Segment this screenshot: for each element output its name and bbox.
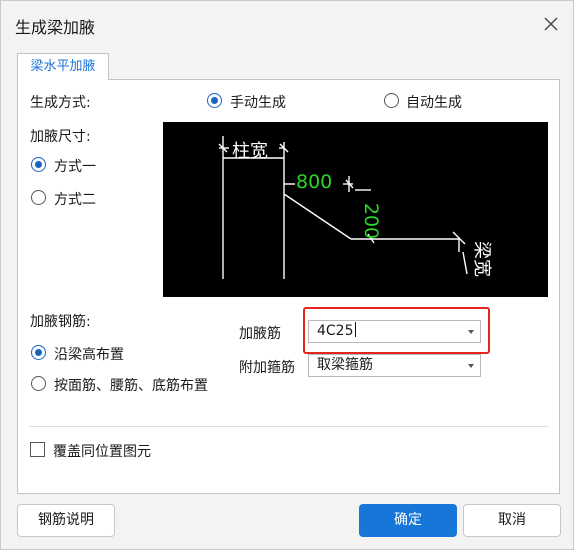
by-face-waist-bottom-label[interactable]: 按面筋、腰筋、底筋布置 <box>54 375 208 395</box>
size-mode-1-label[interactable]: 方式一 <box>54 156 96 176</box>
stirrup-value: 取梁箍筋 <box>317 357 373 373</box>
size-mode-2-radio[interactable] <box>31 190 46 205</box>
auto-generate-radio[interactable] <box>384 93 399 108</box>
beam-width-dimension: 梁宽 <box>471 241 492 277</box>
overwrite-checkbox[interactable] <box>30 442 45 457</box>
along-beam-height-label[interactable]: 沿梁高布置 <box>54 344 124 364</box>
chevron-down-icon[interactable] <box>468 364 474 368</box>
size-mode-2-label[interactable]: 方式二 <box>54 189 96 209</box>
size-mode-1-radio[interactable] <box>31 157 46 172</box>
along-beam-height-radio[interactable] <box>31 345 46 360</box>
haunch-width-dimension: 200 <box>360 202 383 240</box>
ok-button[interactable]: 确定 <box>359 504 457 537</box>
rebar-help-button[interactable]: 钢筋说明 <box>17 504 115 537</box>
manual-generate-label[interactable]: 手动生成 <box>230 92 286 112</box>
divider <box>29 426 548 427</box>
highlight-box <box>303 307 490 354</box>
manual-generate-radio[interactable] <box>207 93 222 108</box>
by-face-waist-bottom-radio[interactable] <box>31 376 46 391</box>
dialog-title: 生成梁加腋 <box>15 18 96 37</box>
overwrite-label[interactable]: 覆盖同位置图元 <box>53 441 151 461</box>
haunch-rebar-label: 加腋钢筋: <box>30 314 91 330</box>
haunch-diagram: 柱宽 800 200 梁宽 <box>163 122 548 297</box>
haunch-size-label: 加腋尺寸: <box>30 129 91 145</box>
haunch-bar-label: 加腋筋 <box>239 326 281 342</box>
generation-mode-label: 生成方式: <box>30 95 91 111</box>
stirrup-select[interactable]: 取梁箍筋 <box>308 354 481 377</box>
tab-horizontal-haunch[interactable]: 梁水平加腋 <box>17 53 109 80</box>
haunch-length-dimension: 800 <box>296 171 333 193</box>
column-width-dimension: 柱宽 <box>232 141 268 162</box>
stirrup-label: 附加箍筋 <box>239 360 295 376</box>
close-icon[interactable] <box>540 13 562 35</box>
auto-generate-label[interactable]: 自动生成 <box>406 92 462 112</box>
generate-haunch-dialog: 生成梁加腋 梁水平加腋 生成方式: 手动生成 自动生成 加腋尺寸: 方式一 方式… <box>0 0 574 550</box>
cancel-button[interactable]: 取消 <box>463 504 561 537</box>
